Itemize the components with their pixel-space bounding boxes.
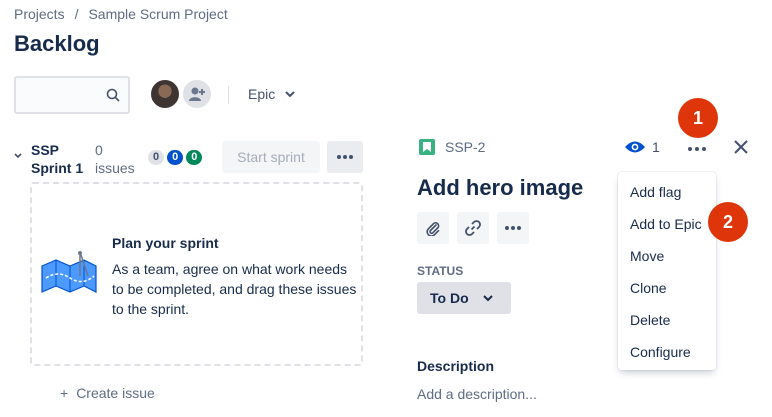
step-marker-2: 2 <box>708 202 748 242</box>
status-dropdown[interactable]: To Do <box>417 282 511 314</box>
breadcrumb-project[interactable]: Sample Scrum Project <box>88 6 227 22</box>
issue-actions-menu: Add flag Add to Epic Move Clone Delete C… <box>618 172 716 370</box>
more-icon <box>688 147 706 151</box>
add-user-icon <box>189 87 205 101</box>
link-issue-button[interactable] <box>457 212 489 244</box>
issue-actions-more-button[interactable] <box>497 212 529 244</box>
done-count-badge: 0 <box>186 150 203 165</box>
avatar[interactable] <box>149 78 181 110</box>
status-label: STATUS <box>417 264 464 278</box>
plan-sprint-text: As a team, agree on what work needs to b… <box>112 261 357 317</box>
close-icon[interactable] <box>733 139 749 155</box>
sprint-more-button[interactable] <box>327 141 363 173</box>
toolbar-divider <box>228 86 229 104</box>
plus-icon: + <box>60 385 69 401</box>
search-input[interactable] <box>14 76 130 114</box>
breadcrumb: Projects / Sample Scrum Project <box>14 6 228 22</box>
create-issue-button[interactable]: + Create issue <box>60 385 155 401</box>
description-label: Description <box>417 358 495 374</box>
link-icon <box>465 220 481 236</box>
status-badges: 0 0 0 <box>148 150 203 165</box>
start-sprint-button[interactable]: Start sprint <box>222 141 320 173</box>
create-issue-label: Create issue <box>76 385 155 401</box>
issue-key[interactable]: SSP-2 <box>445 139 485 155</box>
breadcrumb-projects[interactable]: Projects <box>14 6 65 22</box>
chevron-down-icon <box>14 153 22 159</box>
menu-item-clone[interactable]: Clone <box>630 280 667 296</box>
step-marker-1: 1 <box>678 98 718 138</box>
epic-filter-label: Epic <box>248 86 276 102</box>
attach-button[interactable] <box>417 212 449 244</box>
menu-item-add-to-epic[interactable]: Add to Epic <box>630 216 702 232</box>
more-icon <box>505 226 521 230</box>
sprint-collapse-toggle[interactable] <box>14 148 22 162</box>
status-value: To Do <box>430 290 469 306</box>
menu-item-delete[interactable]: Delete <box>630 312 670 328</box>
todo-count-badge: 0 <box>148 150 165 165</box>
plan-sprint-title: Plan your sprint <box>112 235 219 251</box>
sprint-name: SSP Sprint 1 <box>31 142 84 176</box>
attachment-icon <box>426 222 440 236</box>
issue-title[interactable]: Add hero image <box>417 175 583 201</box>
issue-more-button[interactable] <box>688 139 706 160</box>
sprint-plan-illustration <box>41 251 97 293</box>
more-icon <box>337 155 353 159</box>
eye-icon[interactable] <box>624 140 646 154</box>
chevron-down-icon <box>285 91 295 98</box>
watch-count[interactable]: 1 <box>652 139 660 155</box>
sprint-issue-count: 0 issues <box>95 142 135 176</box>
breadcrumb-separator: / <box>74 6 79 22</box>
in-progress-count-badge: 0 <box>167 150 184 165</box>
menu-item-add-flag[interactable]: Add flag <box>630 184 681 200</box>
story-icon <box>419 139 435 155</box>
menu-item-move[interactable]: Move <box>630 248 664 264</box>
chevron-down-icon <box>482 295 493 302</box>
description-field[interactable]: Add a description... <box>417 386 537 402</box>
menu-item-configure[interactable]: Configure <box>630 344 691 360</box>
page-title: Backlog <box>14 31 100 56</box>
add-user-button[interactable] <box>181 78 213 110</box>
search-icon <box>106 88 120 102</box>
epic-filter[interactable]: Epic <box>248 86 295 102</box>
